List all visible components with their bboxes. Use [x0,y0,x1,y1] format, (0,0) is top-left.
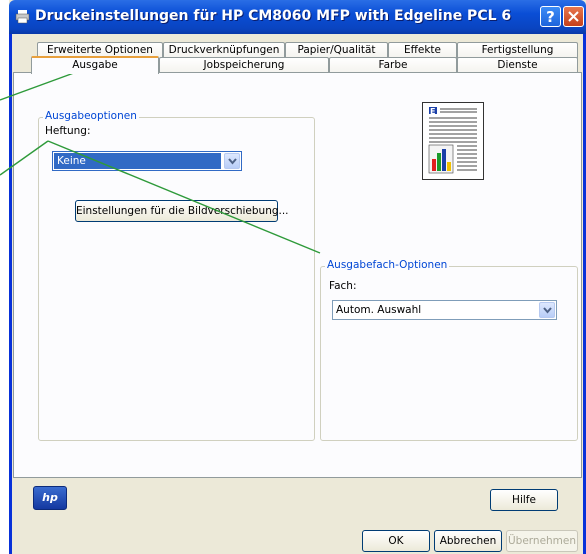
callout-line-group-left [0,140,49,176]
callout-line-tab [0,69,83,101]
callout-lines [0,69,321,254]
tab-ausgabe[interactable]: Ausgabe [31,56,159,74]
callout-line-group-right [47,140,321,254]
